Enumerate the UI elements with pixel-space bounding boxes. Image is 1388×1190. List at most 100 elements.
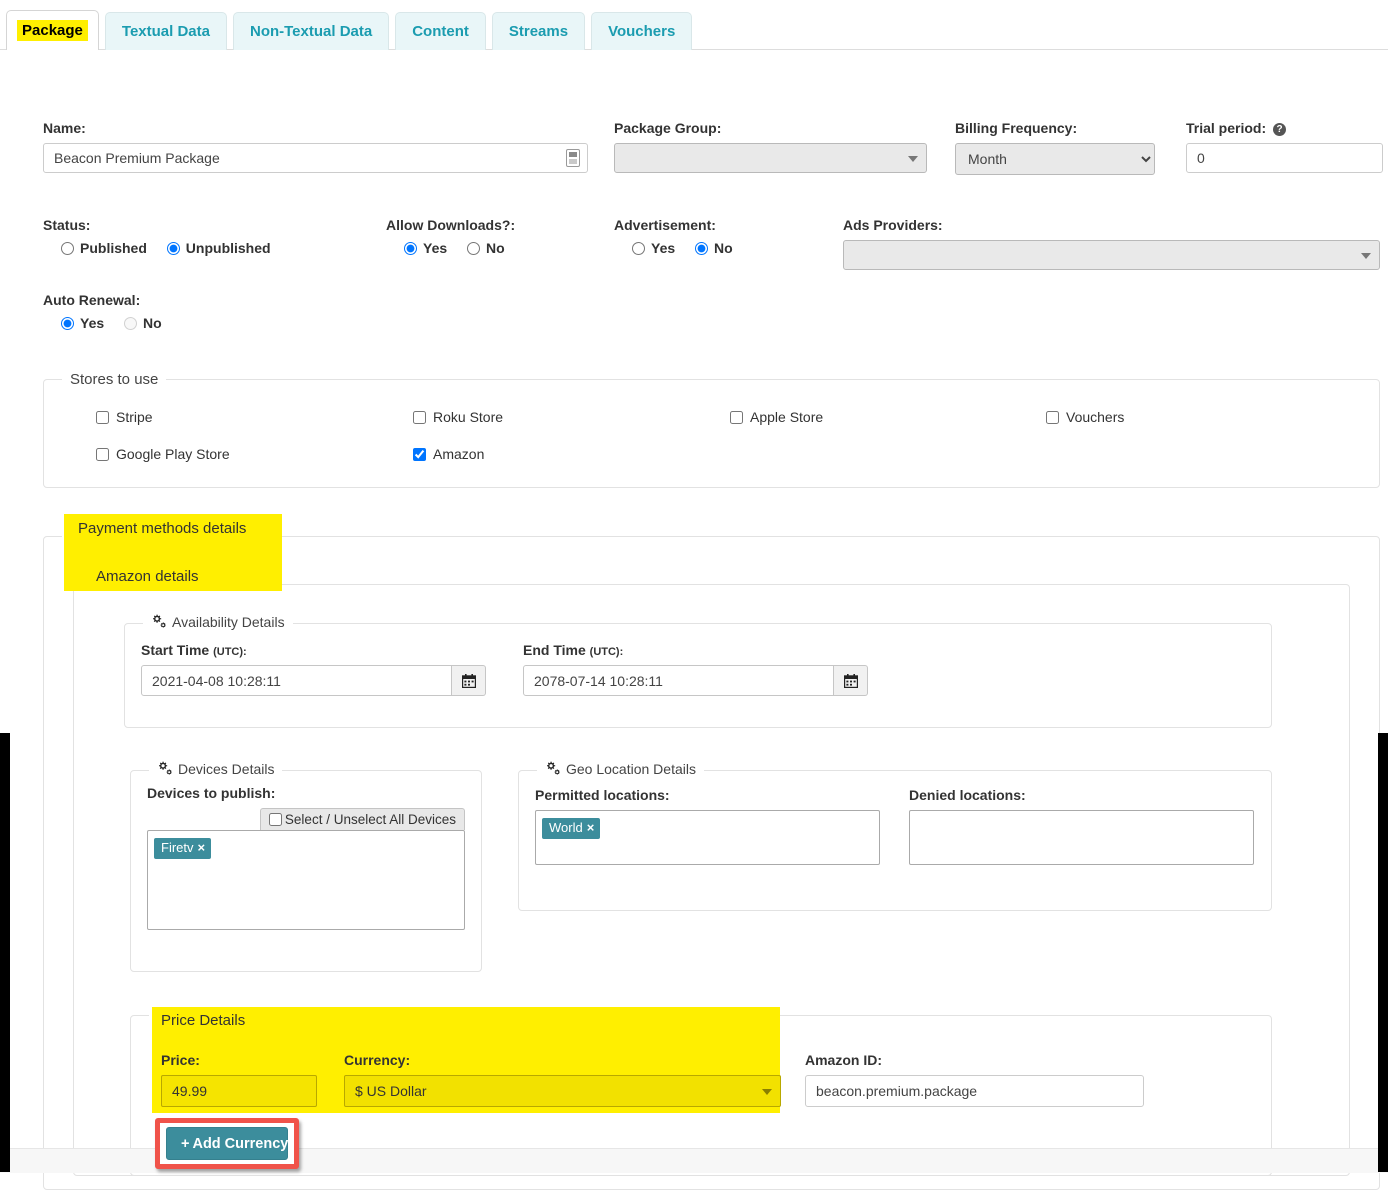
advertisement-radio-yes-input[interactable]: [632, 241, 645, 255]
store-checkbox-stripe-input[interactable]: [96, 410, 109, 424]
end-time-label-text: End Time: [523, 642, 586, 658]
devices-details-legend-text: Devices Details: [178, 761, 275, 777]
tab-bar: Package Textual Data Non-Textual Data Co…: [0, 0, 1388, 50]
amazon-details-legend: Amazon details: [96, 568, 199, 585]
package-group-select[interactable]: [614, 143, 927, 173]
price-field-group: Price:: [161, 1052, 317, 1107]
remove-token-icon[interactable]: ×: [198, 840, 206, 855]
auto-renewal-radio-yes[interactable]: Yes: [61, 315, 104, 331]
tab-content[interactable]: Content: [395, 12, 486, 50]
chevron-down-icon: [908, 156, 918, 162]
device-token-firetv[interactable]: Firetv ×: [154, 838, 212, 859]
status-radio-published-input[interactable]: [61, 241, 74, 255]
package-group-label: Package Group:: [614, 120, 722, 136]
location-token-world-label: World: [549, 820, 583, 835]
help-icon[interactable]: ?: [1273, 123, 1287, 136]
store-label-apple: Apple Store: [750, 409, 824, 425]
allow-downloads-radio-no-input[interactable]: [467, 241, 481, 255]
allow-downloads-radio-yes[interactable]: Yes: [404, 240, 447, 256]
advertisement-radio-yes[interactable]: Yes: [632, 240, 675, 256]
availability-details-legend: Availability Details: [143, 614, 293, 632]
store-checkbox-roku-input[interactable]: [413, 410, 426, 424]
ads-providers-select[interactable]: [843, 240, 1380, 270]
store-checkbox-amazon[interactable]: Amazon: [413, 446, 484, 462]
start-time-calendar-icon[interactable]: [452, 665, 486, 696]
advertisement-label: Advertisement:: [614, 217, 716, 233]
advertisement-no-label: No: [714, 240, 733, 256]
amazon-id-input[interactable]: [805, 1075, 1144, 1107]
status-radio-unpublished[interactable]: Unpublished: [166, 240, 271, 256]
allow-downloads-radio-yes-input[interactable]: [404, 241, 417, 255]
permitted-locations-field-group: Permitted locations: World ×: [535, 787, 880, 865]
permitted-locations-token-box[interactable]: World ×: [535, 810, 880, 865]
devices-details-legend: Devices Details: [149, 761, 282, 779]
devices-details-fieldset: Devices Details Devices to publish: Sele…: [130, 761, 482, 972]
store-checkbox-vouchers[interactable]: Vouchers: [1046, 409, 1124, 425]
store-checkbox-google-play-input[interactable]: [96, 447, 109, 461]
tab-streams-label: Streams: [508, 23, 569, 40]
end-time-label: End Time (UTC):: [523, 642, 868, 658]
auto-renewal-radio-yes-input[interactable]: [61, 316, 74, 330]
devices-token-box[interactable]: Firetv ×: [147, 830, 465, 930]
geo-location-details-fieldset: Geo Location Details Permitted locations…: [518, 761, 1272, 911]
translate-icon[interactable]: [566, 149, 580, 167]
advertisement-radio-no[interactable]: No: [695, 240, 733, 256]
store-label-google-play: Google Play Store: [116, 446, 230, 462]
billing-frequency-select[interactable]: Month: [955, 143, 1155, 175]
select-unselect-all-devices-checkbox[interactable]: [268, 813, 282, 826]
location-token-world[interactable]: World ×: [542, 818, 601, 839]
auto-renewal-radio-no-input[interactable]: [124, 316, 138, 330]
select-unselect-all-devices-label: Select / Unselect All Devices: [284, 812, 456, 827]
denied-locations-token-box[interactable]: [909, 810, 1254, 865]
advertisement-yes-label: Yes: [651, 240, 676, 256]
allow-downloads-no-label: No: [486, 240, 505, 256]
availability-details-legend-text: Availability Details: [172, 614, 285, 630]
store-checkbox-amazon-input[interactable]: [413, 447, 426, 461]
store-checkbox-apple[interactable]: Apple Store: [730, 409, 823, 425]
allow-downloads-label: Allow Downloads?:: [386, 217, 516, 233]
auto-renewal-radio-no[interactable]: No: [124, 315, 162, 331]
availability-details-fieldset: Availability Details Start Time (UTC): 2…: [124, 614, 1272, 728]
devices-to-publish-label: Devices to publish:: [147, 785, 276, 801]
name-input[interactable]: [43, 143, 588, 173]
currency-select[interactable]: $ US Dollar: [344, 1075, 781, 1107]
payment-methods-legend: Payment methods details: [78, 520, 247, 537]
tab-textual-data[interactable]: Textual Data: [104, 12, 227, 50]
price-details-legend: Price Details: [161, 1012, 246, 1029]
geo-location-details-legend: Geo Location Details: [537, 761, 704, 779]
remove-token-icon[interactable]: ×: [587, 820, 595, 835]
start-time-input[interactable]: [141, 665, 452, 696]
tab-package[interactable]: Package: [6, 10, 99, 50]
select-unselect-all-devices-button[interactable]: Select / Unselect All Devices: [259, 808, 465, 830]
gears-icon: [151, 614, 168, 632]
price-input[interactable]: [161, 1075, 317, 1107]
store-checkbox-roku[interactable]: Roku Store: [413, 409, 503, 425]
store-checkbox-vouchers-input[interactable]: [1046, 410, 1059, 424]
status-radio-published[interactable]: Published: [61, 240, 147, 256]
tab-non-textual-data[interactable]: Non-Textual Data: [232, 12, 390, 50]
auto-renewal-yes-label: Yes: [80, 315, 105, 331]
add-currency-button[interactable]: + Add Currency: [166, 1127, 288, 1160]
screenshot-edge-bar-right: [1378, 733, 1388, 1172]
trial-period-input[interactable]: [1186, 143, 1383, 173]
end-time-input[interactable]: [523, 665, 834, 696]
allow-downloads-radio-no[interactable]: No: [467, 240, 505, 256]
name-field-group: Name:: [43, 120, 588, 173]
permitted-locations-label: Permitted locations:: [535, 787, 670, 803]
store-checkbox-apple-input[interactable]: [730, 410, 743, 424]
store-label-vouchers: Vouchers: [1066, 409, 1125, 425]
billing-frequency-label: Billing Frequency:: [955, 120, 1078, 136]
ads-providers-field-group: Ads Providers:: [843, 217, 1380, 270]
advertisement-radio-no-input[interactable]: [695, 241, 709, 255]
status-radio-unpublished-input[interactable]: [166, 241, 180, 255]
denied-locations-field-group: Denied locations:: [909, 787, 1254, 865]
store-label-amazon: Amazon: [433, 446, 485, 462]
store-checkbox-stripe[interactable]: Stripe: [96, 409, 153, 425]
allow-downloads-yes-label: Yes: [423, 240, 448, 256]
tab-vouchers[interactable]: Vouchers: [591, 12, 693, 50]
tab-streams[interactable]: Streams: [491, 12, 586, 50]
gears-icon: [545, 761, 562, 779]
store-checkbox-google-play[interactable]: Google Play Store: [96, 446, 230, 462]
end-time-calendar-icon[interactable]: [834, 665, 868, 696]
store-label-stripe: Stripe: [116, 409, 153, 425]
